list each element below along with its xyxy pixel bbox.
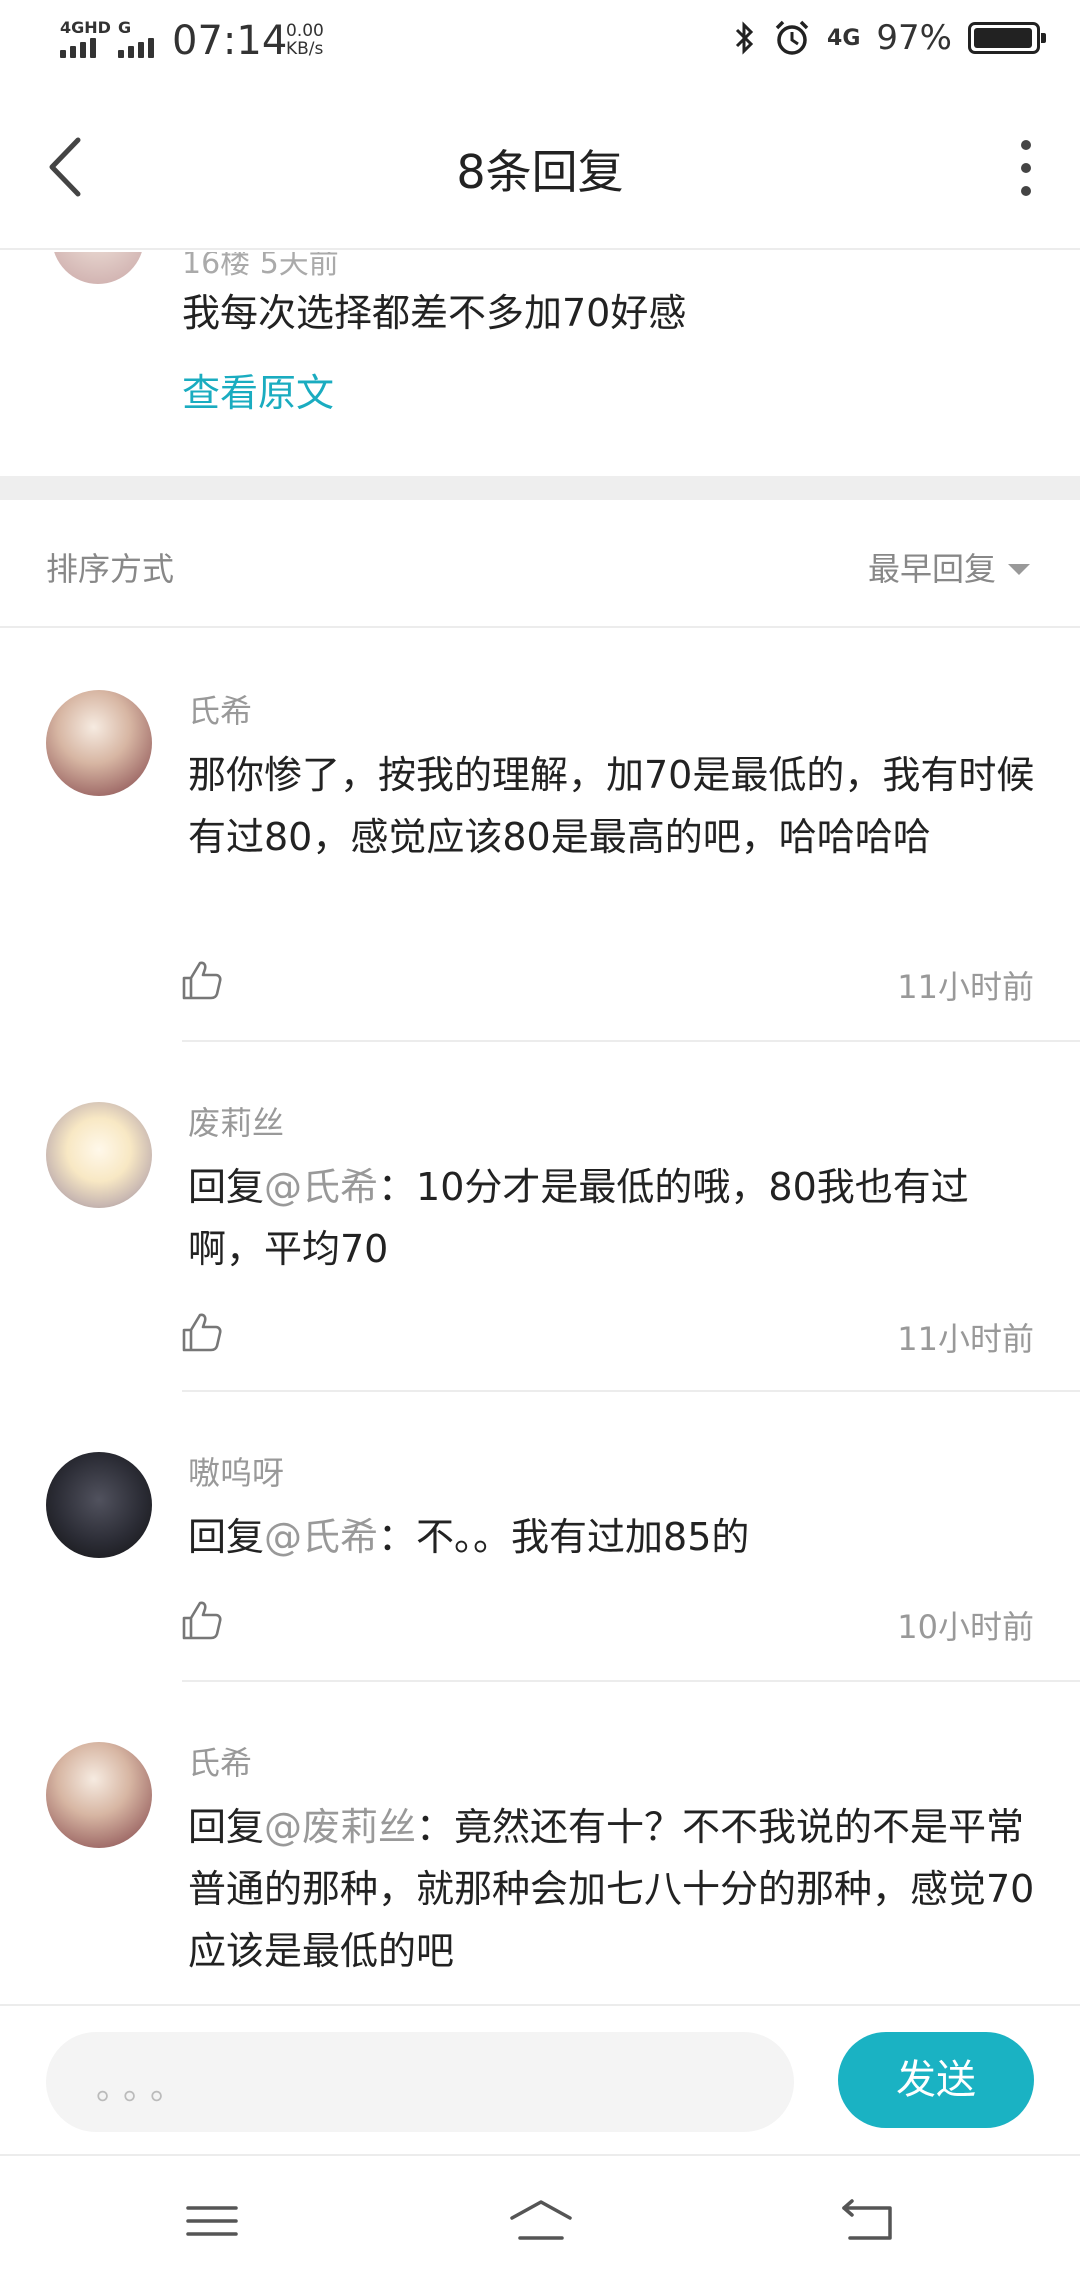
mention-link[interactable]: @氏希 <box>264 1515 378 1559</box>
avatar[interactable] <box>52 252 144 284</box>
network-type-1: 4GHD <box>60 18 111 37</box>
network-speed-unit: KB/s <box>286 39 324 59</box>
list-item: 氏希 回复@废莉丝：竟然还有十？不不我说的不是平常普通的那种，就那种会加七八十分… <box>0 1682 1080 2004</box>
reply-text: 回复@废莉丝：竟然还有十？不不我说的不是平常普通的那种，就那种会加七八十分的那种… <box>188 1796 1036 1982</box>
reply-input[interactable]: 。。。 <box>46 2032 794 2132</box>
list-item: 废莉丝 回复@氏希：10分才是最低的哦，80我也有过啊，平均70 11小时前 <box>0 1042 1080 1392</box>
network-speed: 0.00 KB/s <box>286 22 324 58</box>
reply-text-body: ：不。。我有过加85的 <box>378 1515 750 1559</box>
bluetooth-icon <box>735 21 754 55</box>
reply-author[interactable]: 氏希 <box>188 686 252 732</box>
mention-link[interactable]: @氏希 <box>264 1165 378 1209</box>
battery-fill <box>974 28 1033 48</box>
reply-text: 那你惨了，按我的理解，加70是最低的，我有时候有过80，感觉应该80是最高的吧，… <box>188 753 1035 859</box>
home-icon[interactable] <box>506 2196 576 2246</box>
signal-icon-2 <box>118 38 154 58</box>
status-bar: 4GHD G 07:14 0.00 KB/s 4G 97% <box>0 0 1080 84</box>
reply-text: 回复@氏希：不。。我有过加85的 <box>188 1506 1036 1568</box>
reply-author[interactable]: 嗷呜呀 <box>188 1448 284 1494</box>
reply-text: 回复@氏希：10分才是最低的哦，80我也有过啊，平均70 <box>188 1156 1036 1280</box>
avatar[interactable] <box>46 1742 152 1848</box>
original-comment-meta: 16楼 5天前 <box>182 252 339 281</box>
signal-icon <box>60 38 96 58</box>
status-icons: 4G 97% <box>733 18 1046 58</box>
view-original-link[interactable]: 查看原文 <box>182 362 334 417</box>
battery-percent: 97% <box>876 18 952 58</box>
reply-prefix: 回复 <box>188 1165 265 1209</box>
sort-dropdown[interactable]: 最早回复 <box>868 544 1030 590</box>
reply-author[interactable]: 氏希 <box>188 1738 252 1784</box>
network-speed-value: 0.00 <box>286 21 324 41</box>
mention-link[interactable]: @废莉丝 <box>264 1805 416 1849</box>
list-item: 氏希 那你惨了，按我的理解，加70是最低的，我有时候有过80，感觉应该80是最高… <box>0 628 1080 1042</box>
avatar[interactable] <box>46 690 152 796</box>
list-item: 嗷呜呀 回复@氏希：不。。我有过加85的 10小时前 <box>0 1392 1080 1682</box>
section-divider <box>0 476 1080 500</box>
alarm-icon <box>775 20 809 55</box>
reply-time: 10小时前 <box>897 1608 1034 1646</box>
more-icon[interactable] <box>1014 140 1038 196</box>
network-type-2: G <box>118 18 132 37</box>
network-type-3: 4G <box>827 25 861 51</box>
system-nav-bar <box>0 2154 1080 2280</box>
page-title: 8条回复 <box>456 145 624 199</box>
thumbs-up-icon[interactable] <box>180 1310 224 1354</box>
caret-down-icon <box>1008 563 1030 575</box>
original-comment: 16楼 5天前 我每次选择都差不多加70好感 查看原文 <box>0 252 1080 476</box>
reply-author[interactable]: 废莉丝 <box>188 1098 284 1144</box>
reply-time: 11小时前 <box>897 968 1034 1006</box>
header: 8条回复 <box>0 84 1080 250</box>
clock: 07:14 <box>172 18 288 64</box>
avatar[interactable] <box>46 1452 152 1558</box>
sort-bar: 排序方式 最早回复 <box>0 500 1080 628</box>
reply-prefix: 回复 <box>188 1805 265 1849</box>
reply-input-placeholder: 。。。 <box>96 2068 194 2108</box>
sort-label: 排序方式 <box>46 550 175 588</box>
reply-input-bar: 。。。 发送 <box>0 2004 1080 2154</box>
sort-value: 最早回复 <box>867 550 996 588</box>
avatar[interactable] <box>46 1102 152 1208</box>
battery-icon <box>968 22 1046 54</box>
original-comment-text: 我每次选择都差不多加70好感 <box>182 291 687 335</box>
send-button[interactable]: 发送 <box>838 2032 1034 2128</box>
thumbs-up-icon[interactable] <box>180 958 224 1002</box>
back-nav-icon[interactable] <box>838 2196 898 2246</box>
thumbs-up-icon[interactable] <box>180 1598 224 1642</box>
menu-icon[interactable] <box>182 2196 242 2246</box>
reply-time: 11小时前 <box>897 1320 1034 1358</box>
reply-prefix: 回复 <box>188 1515 265 1559</box>
